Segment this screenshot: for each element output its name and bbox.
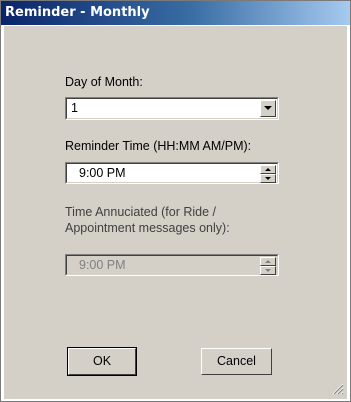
resize-grip-icon[interactable] bbox=[332, 383, 344, 395]
dropdown-button[interactable] bbox=[260, 100, 276, 117]
spin-down-icon bbox=[265, 269, 271, 272]
chevron-down-icon bbox=[264, 106, 272, 110]
time-annunciated-label-line2: Appointment messages only): bbox=[65, 221, 230, 235]
dialog-body: Day of Month: 1 Reminder Time (HH:MM AM/… bbox=[4, 26, 347, 399]
day-of-month-dropdown[interactable]: 1 bbox=[65, 97, 279, 120]
spin-down-icon bbox=[265, 177, 271, 180]
reminder-time-spin-buttons bbox=[260, 165, 276, 183]
reminder-time-spinner[interactable]: 9:00 PM bbox=[65, 162, 279, 184]
reminder-time-down-button[interactable] bbox=[260, 174, 276, 183]
ok-button[interactable]: OK bbox=[67, 347, 137, 376]
spin-up-icon bbox=[265, 260, 271, 263]
reminder-time-up-button[interactable] bbox=[260, 165, 276, 174]
time-annunciated-up-button bbox=[260, 257, 276, 266]
time-annunciated-spin-buttons bbox=[260, 257, 276, 275]
day-of-month-dropdown-frame bbox=[66, 98, 278, 119]
reminder-dialog: Reminder - Monthly Day of Month: 1 Remin… bbox=[0, 0, 351, 402]
time-annunciated-down-button bbox=[260, 266, 276, 275]
window-title: Reminder - Monthly bbox=[5, 5, 150, 20]
reminder-time-label: Reminder Time (HH:MM AM/PM): bbox=[65, 139, 252, 153]
cancel-button[interactable]: Cancel bbox=[201, 348, 272, 375]
reminder-time-value[interactable]: 9:00 PM bbox=[79, 166, 126, 181]
time-annunciated-value: 9:00 PM bbox=[79, 258, 126, 272]
time-annunciated-label-line1: Time Annuciated (for Ride / bbox=[65, 205, 216, 219]
title-bar[interactable]: Reminder - Monthly bbox=[1, 1, 350, 25]
day-of-month-label: Day of Month: bbox=[65, 75, 143, 89]
day-of-month-value: 1 bbox=[71, 101, 78, 115]
spin-up-icon bbox=[265, 168, 271, 171]
time-annunciated-spinner: 9:00 PM bbox=[65, 254, 279, 276]
